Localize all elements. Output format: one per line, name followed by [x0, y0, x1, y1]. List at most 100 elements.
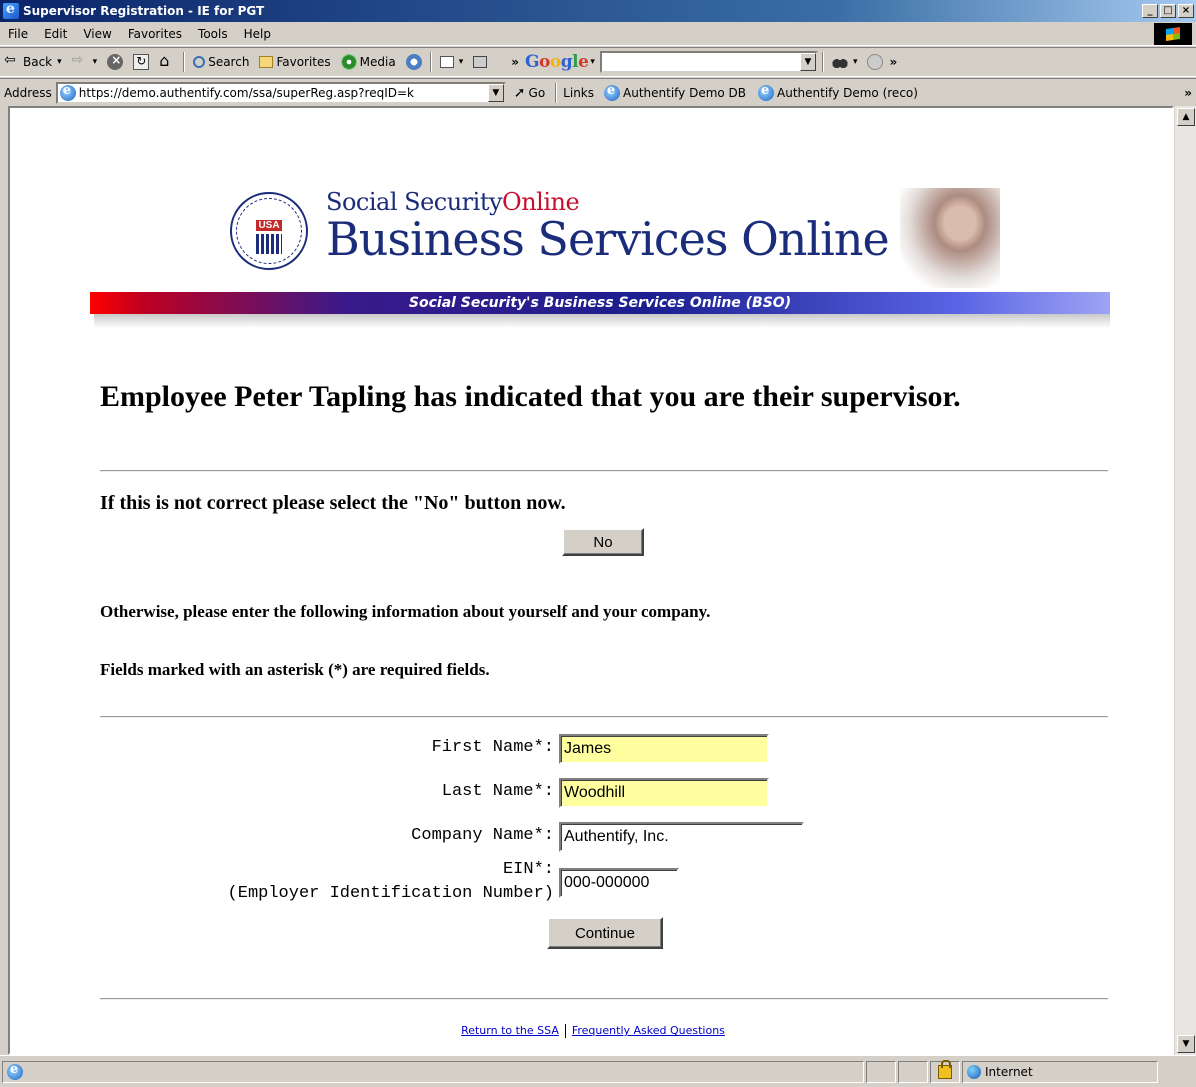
- scroll-down-icon[interactable]: ▼: [1177, 1035, 1195, 1053]
- windows-logo-icon: [1154, 23, 1192, 45]
- binoculars-icon: [831, 54, 848, 70]
- continue-button[interactable]: Continue: [547, 917, 663, 949]
- go-label: Go: [528, 85, 546, 100]
- page-content: USA Social SecurityOnline Business Servi…: [8, 106, 1174, 1055]
- toolbar-separator: [183, 52, 186, 72]
- history-button[interactable]: [402, 54, 426, 70]
- status-panel: [898, 1060, 928, 1083]
- link-authentify-demo-db[interactable]: Authentify Demo DB: [604, 83, 747, 101]
- strip-shadow: [94, 314, 1110, 328]
- media-icon: [340, 54, 357, 70]
- address-url[interactable]: https://demo.authentify.com/ssa/superReg…: [76, 86, 488, 100]
- zone-panel: Internet: [962, 1060, 1158, 1083]
- stop-button[interactable]: [103, 53, 127, 70]
- standard-toolbar: Back Search Favorites Media » Google ▾ ▼…: [0, 47, 1196, 77]
- scroll-up-icon[interactable]: ▲: [1177, 108, 1195, 126]
- print-icon: [473, 56, 488, 68]
- pagerank-icon: [867, 54, 884, 70]
- google-menu-arrow-icon[interactable]: ▾: [590, 57, 595, 67]
- mail-button[interactable]: [436, 56, 468, 68]
- links-label[interactable]: Links: [563, 86, 594, 100]
- address-bar: Address https://demo.authentify.com/ssa/…: [0, 78, 1196, 106]
- window-controls: _ □ ×: [1142, 4, 1194, 18]
- menu-tools[interactable]: Tools: [190, 27, 236, 41]
- go-button[interactable]: ➚ Go: [510, 85, 549, 101]
- close-button[interactable]: ×: [1178, 4, 1194, 18]
- divider: [100, 716, 1108, 718]
- bso-banner: USA Social SecurityOnline Business Servi…: [90, 188, 1110, 358]
- menu-view[interactable]: View: [75, 27, 119, 41]
- link-label: Authentify Demo (reco): [777, 85, 918, 100]
- media-button[interactable]: Media: [337, 54, 400, 70]
- lock-icon: [938, 1059, 952, 1079]
- mail-icon: [439, 56, 454, 68]
- toolbar-overflow-icon[interactable]: »: [889, 55, 897, 69]
- required-fields-note: Fields marked with an asterisk (*) are r…: [100, 660, 490, 679]
- toolbar-separator: [429, 52, 432, 72]
- search-button[interactable]: Search: [189, 55, 253, 69]
- favorites-icon: [259, 56, 274, 68]
- google-search-combo[interactable]: ▼: [599, 51, 818, 73]
- back-button[interactable]: Back: [0, 52, 66, 70]
- print-button[interactable]: [469, 56, 491, 68]
- address-separator: [555, 82, 558, 103]
- vertical-scrollbar[interactable]: ▲ ▼: [1174, 106, 1196, 1055]
- first-name-field[interactable]: James: [559, 734, 769, 764]
- page-icon: [59, 83, 76, 101]
- media-label: Media: [359, 55, 396, 69]
- links-overflow-icon[interactable]: »: [1184, 86, 1192, 100]
- search-icon: [193, 56, 206, 68]
- menu-file[interactable]: File: [0, 27, 36, 41]
- google-logo[interactable]: Google: [525, 52, 589, 72]
- ein-sublabel: (Employer Identification Number): [227, 884, 554, 903]
- link-page-icon: [604, 83, 620, 101]
- bso-title: Business Services Online: [326, 212, 890, 266]
- maximize-button[interactable]: □: [1160, 4, 1176, 18]
- refresh-button[interactable]: [129, 54, 153, 70]
- favorites-label: Favorites: [276, 55, 331, 69]
- otherwise-instructions: Otherwise, please enter the following in…: [100, 602, 711, 621]
- minimize-button[interactable]: _: [1142, 4, 1158, 18]
- link-authentify-demo-reco[interactable]: Authentify Demo (reco): [758, 83, 918, 101]
- faq-link[interactable]: Frequently Asked Questions: [572, 1024, 725, 1037]
- banner-photo: [900, 188, 1000, 288]
- go-arrow-icon: ➚: [513, 84, 526, 101]
- zone-label: Internet: [985, 1064, 1033, 1079]
- link-page-icon: [758, 83, 775, 101]
- address-dropdown-icon[interactable]: ▼: [487, 83, 504, 102]
- last-name-label: Last Name*:: [441, 782, 554, 801]
- no-button[interactable]: No: [562, 528, 644, 556]
- forward-button[interactable]: [68, 52, 102, 70]
- refresh-icon: [133, 54, 150, 70]
- menu-help[interactable]: Help: [236, 27, 279, 41]
- toolbar-chevron[interactable]: »: [507, 55, 523, 69]
- status-message-panel: [2, 1060, 864, 1083]
- footer-separator: [564, 1024, 566, 1038]
- footer-links: Return to the SSA Frequently Asked Questi…: [10, 1024, 1172, 1038]
- link-label: Authentify Demo DB: [623, 85, 747, 100]
- pagerank-button[interactable]: [863, 54, 887, 70]
- google-dropdown-icon[interactable]: ▼: [799, 53, 816, 71]
- return-to-ssa-link[interactable]: Return to the SSA: [461, 1024, 559, 1037]
- address-combo[interactable]: https://demo.authentify.com/ssa/superReg…: [55, 81, 506, 104]
- back-arrow-icon: [4, 52, 20, 70]
- last-name-field[interactable]: Woodhill: [559, 778, 769, 808]
- title-bar: Supervisor Registration - IE for PGT _ □…: [0, 0, 1196, 22]
- security-panel[interactable]: [930, 1059, 960, 1083]
- window-title: Supervisor Registration - IE for PGT: [23, 4, 265, 18]
- favorites-button[interactable]: Favorites: [255, 55, 334, 69]
- menu-edit[interactable]: Edit: [36, 27, 75, 41]
- binoculars-button[interactable]: [828, 54, 862, 70]
- toolbar-separator: [821, 52, 824, 72]
- ssa-seal-logo: USA: [230, 192, 308, 270]
- forward-arrow-icon: [72, 52, 88, 70]
- status-bar: Internet: [0, 1055, 1196, 1087]
- home-button[interactable]: [155, 51, 179, 70]
- search-label: Search: [208, 55, 250, 69]
- address-label: Address: [4, 85, 52, 100]
- menu-favorites[interactable]: Favorites: [120, 27, 190, 41]
- ein-field[interactable]: 000-000000: [559, 868, 679, 898]
- company-name-field[interactable]: Authentify, Inc.: [559, 822, 804, 852]
- home-icon: [159, 51, 175, 70]
- divider: [100, 998, 1108, 1000]
